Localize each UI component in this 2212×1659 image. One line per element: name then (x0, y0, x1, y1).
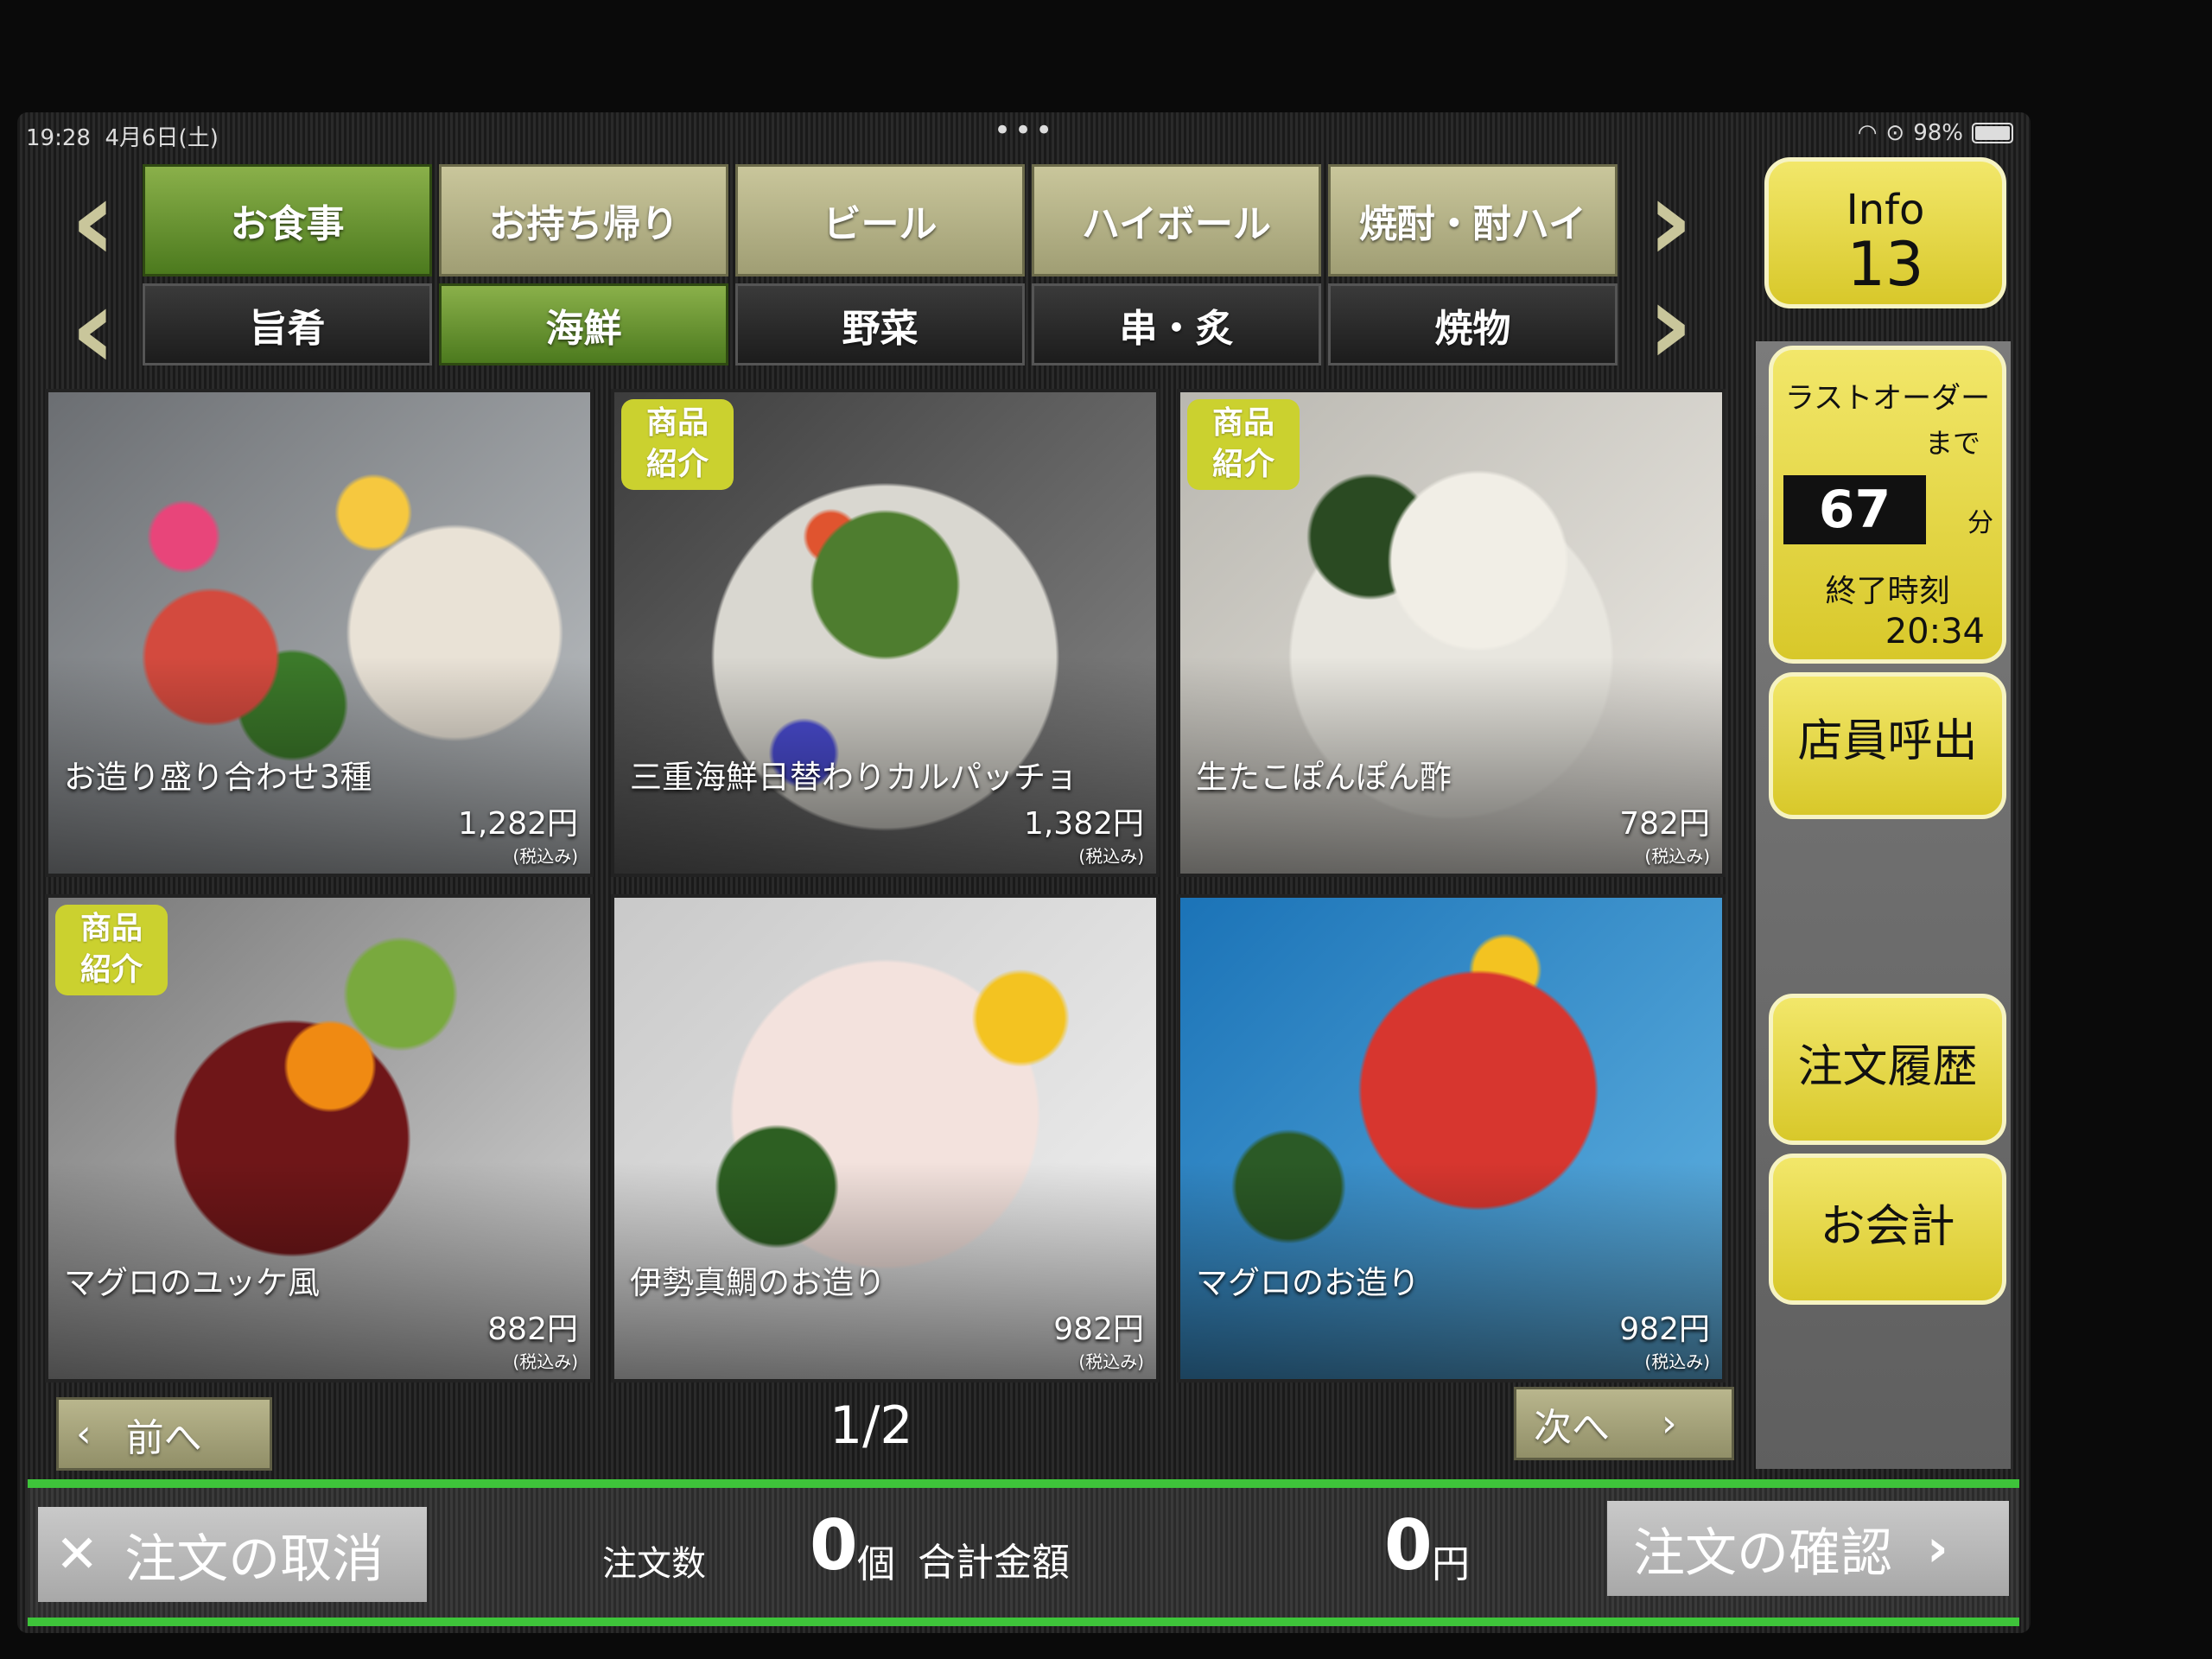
dish-price: 1,282円 (457, 806, 578, 842)
menu-item[interactable]: 伊勢真鯛のお造り 982円 (税込み) (611, 894, 1160, 1382)
status-bar: 19:28 4月6日(土) ••• ◠ ⊙ 98% (26, 113, 2013, 151)
tab-appetizers[interactable]: 旨肴 (143, 283, 432, 365)
cancel-order-button[interactable]: ✕ 注文の取消 (38, 1507, 427, 1602)
menu-item[interactable]: 商品 紹介 生たこぽんぽん酢 782円 (税込み) (1177, 389, 1726, 877)
order-count-label: 注文数 (602, 1544, 706, 1584)
lock-rotation-icon: ⊙ (1885, 120, 1905, 146)
dish-price: 982円 (1619, 1312, 1710, 1347)
subcategory-tabs: 旨肴 海鮮 野菜 串・炙 焼物 (143, 283, 1618, 365)
menu-item[interactable]: マグロのお造り 982円 (税込み) (1177, 894, 1726, 1382)
info-label: Info (1846, 186, 1925, 234)
tab-seafood[interactable]: 海鮮 (439, 283, 728, 365)
product-intro-badge[interactable]: 商品 紹介 (55, 905, 168, 995)
product-intro-badge[interactable]: 商品 紹介 (1187, 399, 1300, 490)
dish-name: 伊勢真鯛のお造り (630, 1264, 886, 1301)
close-icon: ✕ (55, 1524, 99, 1585)
menu-item[interactable]: 商品 紹介 マグロのユッケ風 882円 (税込み) (45, 894, 594, 1382)
order-count: 0 (810, 1505, 858, 1586)
battery-percent: 98% (1913, 120, 1963, 146)
status-time: 19:28 4月6日(土) (26, 125, 219, 151)
menu-grid: お造り盛り合わせ3種 1,282円 (税込み) 商品 紹介 三重海鮮日替わりカル… (45, 389, 1726, 1382)
battery-icon (1972, 123, 2013, 143)
order-history-button[interactable]: 注文履歴 (1769, 994, 2006, 1145)
confirm-order-button[interactable]: 注文の確認 › (1607, 1501, 2009, 1596)
dish-name: 三重海鮮日替わりカルパッチョ (630, 759, 1077, 796)
tax-note: (税込み) (512, 846, 578, 867)
dish-name: マグロのお造り (1196, 1264, 1420, 1301)
info-button[interactable]: Info 13 (1764, 157, 2006, 308)
multitask-dots-icon[interactable]: ••• (994, 113, 1056, 148)
dish-name: マグロのユッケ風 (64, 1264, 320, 1301)
tab-meals[interactable]: お食事 (143, 164, 432, 276)
total-label: 合計金額 (918, 1541, 1070, 1585)
menu-item[interactable]: 商品 紹介 三重海鮮日替わりカルパッチョ 1,382円 (税込み) (611, 389, 1160, 877)
dish-price: 1,382円 (1023, 806, 1144, 842)
tax-note: (税込み) (512, 1351, 578, 1372)
total-amount: 0 (1384, 1505, 1433, 1586)
info-count: 13 (1847, 229, 1924, 300)
end-time: 20:34 (1885, 612, 1985, 652)
dish-price: 882円 (487, 1312, 578, 1347)
dish-name: お造り盛り合わせ3種 (64, 759, 372, 796)
dish-name: 生たこぽんぽん酢 (1196, 759, 1452, 796)
dish-price: 782円 (1619, 806, 1710, 842)
tax-note: (税込み) (1078, 1351, 1144, 1372)
tab-shochu[interactable]: 焼酎・酎ハイ (1328, 164, 1618, 276)
tab-skewers[interactable]: 串・炙 (1032, 283, 1321, 365)
tab-vegetables[interactable]: 野菜 (735, 283, 1025, 365)
tab-takeout[interactable]: お持ち帰り (439, 164, 728, 276)
dish-price: 982円 (1053, 1312, 1144, 1347)
chevron-right-icon: › (1662, 1402, 1677, 1446)
order-bar: ✕ 注文の取消 注文数 0 個 合計金額 0 円 注文の確認 › (28, 1479, 2019, 1626)
last-order-label: ラストオーダー (1784, 381, 1991, 416)
tax-note: (税込み) (1078, 846, 1144, 867)
menu-item[interactable]: お造り盛り合わせ3種 1,282円 (税込み) (45, 389, 594, 877)
product-intro-badge[interactable]: 商品 紹介 (621, 399, 734, 490)
category-prev-arrow-icon[interactable]: ‹ (59, 164, 128, 276)
page-indicator: 1/2 (830, 1395, 913, 1456)
subcategory-prev-arrow-icon[interactable]: ‹ (59, 272, 128, 385)
chevron-left-icon: ‹ (76, 1412, 92, 1456)
tax-note: (税込み) (1644, 1351, 1710, 1372)
wifi-icon: ◠ (1857, 120, 1878, 146)
last-order-panel: ラストオーダー まで 67 分 終了時刻 20:34 (1769, 346, 2006, 664)
call-staff-button[interactable]: 店員呼出 (1769, 672, 2006, 819)
chevron-right-icon: › (1927, 1518, 1948, 1579)
category-tabs: お食事 お持ち帰り ビール ハイボール 焼酎・酎ハイ (143, 164, 1618, 276)
prev-page-button[interactable]: ‹ 前へ (56, 1397, 272, 1471)
minutes-remaining: 67 (1783, 475, 1926, 544)
tab-beer[interactable]: ビール (735, 164, 1025, 276)
checkout-button[interactable]: お会計 (1769, 1154, 2006, 1305)
tax-note: (税込み) (1644, 846, 1710, 867)
subcategory-next-arrow-icon[interactable]: › (1636, 268, 1705, 380)
tab-highball[interactable]: ハイボール (1032, 164, 1321, 276)
tab-grilled[interactable]: 焼物 (1328, 283, 1618, 365)
next-page-button[interactable]: 次へ › (1514, 1387, 1734, 1460)
